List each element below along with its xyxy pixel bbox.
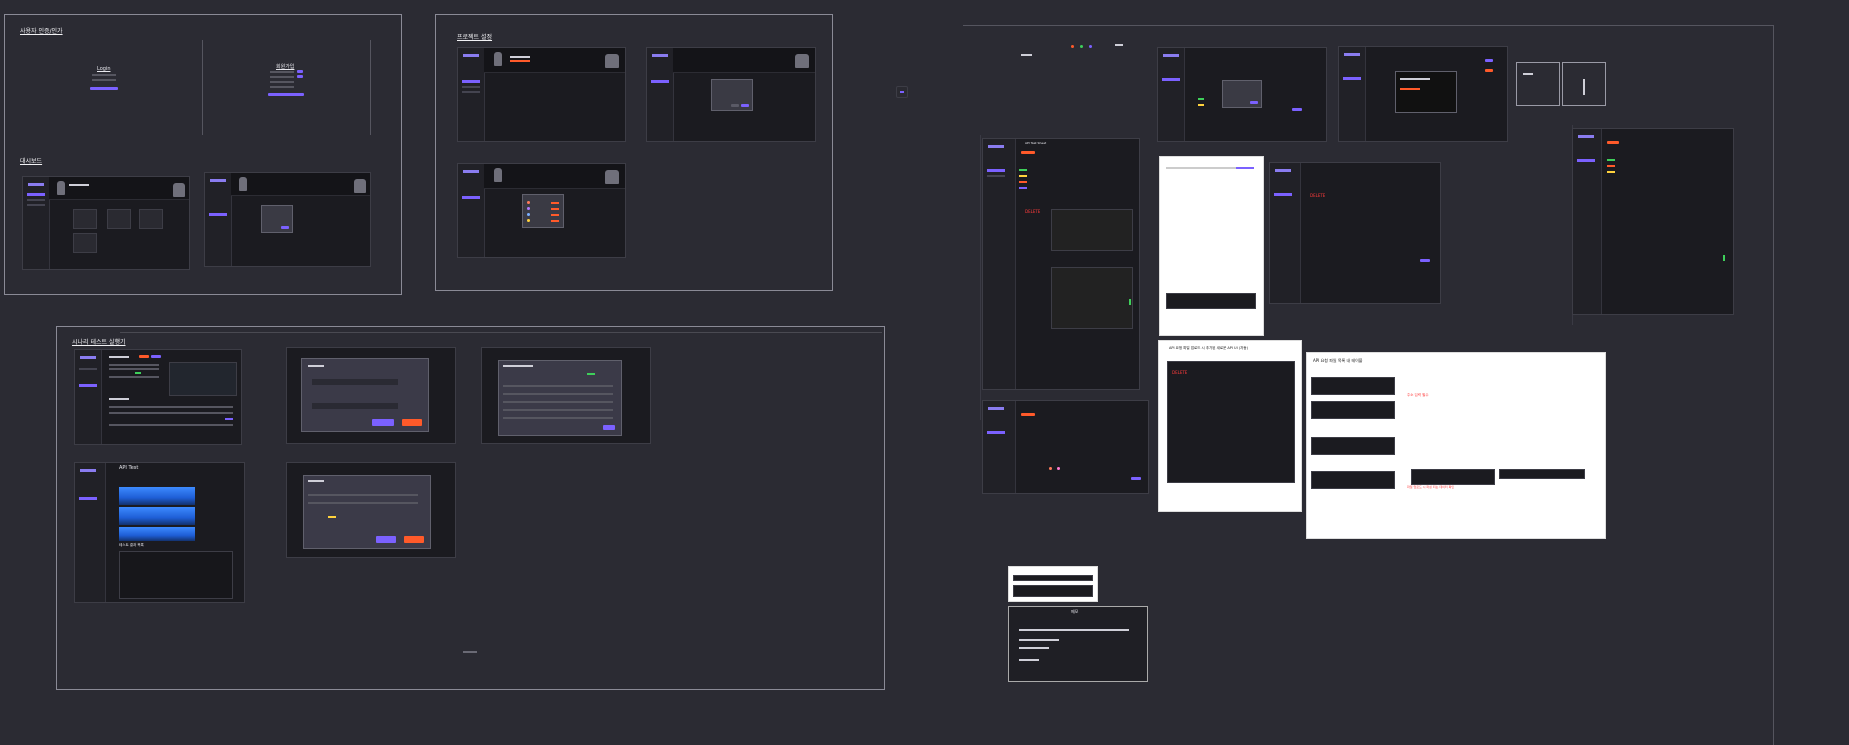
login-title: Login xyxy=(97,66,111,72)
signup-check-button[interactable] xyxy=(297,75,303,78)
members-modal xyxy=(522,194,564,228)
small-panel xyxy=(1516,62,1560,106)
confirm-modal xyxy=(711,79,753,111)
hero-banner xyxy=(231,173,370,196)
api-editor-mini xyxy=(982,400,1149,494)
confirm-button[interactable] xyxy=(741,104,749,107)
canvas-left-rule xyxy=(980,135,981,420)
create-button[interactable] xyxy=(281,226,289,229)
sidebar xyxy=(458,164,485,257)
api-editor-title: API Test Sheet xyxy=(1025,141,1047,145)
result-table xyxy=(119,551,233,599)
memo-title: 메모 xyxy=(1071,609,1079,614)
signup-check-button[interactable] xyxy=(297,70,303,73)
small-panel xyxy=(1562,62,1606,106)
auth-section-title: 사용자 인증/인가 xyxy=(20,28,63,35)
floating-widget[interactable] xyxy=(896,86,908,98)
project-card[interactable] xyxy=(139,209,163,229)
signup-title: 회원가입 xyxy=(276,64,295,70)
signup-field[interactable] xyxy=(270,76,294,78)
test-runner-header-rule xyxy=(120,332,882,333)
dashboard-frame xyxy=(22,176,190,270)
signup-field[interactable] xyxy=(270,71,294,73)
canvas-top-rule xyxy=(963,25,1773,26)
cancel-button[interactable] xyxy=(404,536,424,543)
scroll-indicator xyxy=(463,651,477,653)
api-test-chart-frame: API Test 테스트 결과 목록 xyxy=(74,462,245,603)
api-sheet-detail: DELETE xyxy=(1269,162,1441,304)
edit-scenario-modal xyxy=(303,475,431,549)
create-project-modal xyxy=(261,205,293,233)
red-note-address: 주소 입력 필수 xyxy=(1407,393,1429,397)
project-members-frame xyxy=(457,163,626,258)
red-note-parse: 파일 업로드 시 파싱 되는 데이터 확인 xyxy=(1407,485,1455,489)
sidebar xyxy=(75,463,106,602)
cancel-button[interactable] xyxy=(402,419,422,426)
run-options-frame xyxy=(286,347,456,444)
api-editor-right-frame xyxy=(1572,128,1734,315)
sidebar xyxy=(23,177,50,269)
close-button[interactable] xyxy=(603,425,615,430)
project-card[interactable] xyxy=(73,233,97,253)
memo-small xyxy=(1008,566,1098,602)
signup-field[interactable] xyxy=(270,81,294,83)
canvas-right-rule xyxy=(1773,25,1774,745)
login-pw-field[interactable] xyxy=(92,79,116,81)
sidebar xyxy=(458,48,485,141)
cancel-button[interactable] xyxy=(731,104,739,107)
hero-figure-icon xyxy=(57,181,65,195)
auth-divider xyxy=(202,40,203,135)
project-card[interactable] xyxy=(73,209,97,229)
test-runner-title: 시나리 테스트 실행기 xyxy=(72,339,126,346)
signup-button[interactable] xyxy=(268,93,304,96)
dashboard-title: 대시보드 xyxy=(20,158,43,165)
signup-field[interactable] xyxy=(270,86,294,88)
api-table-title: API 요청 파일 목록 내 테이블 xyxy=(1313,358,1363,363)
project-settings-frame xyxy=(457,47,626,142)
save-button[interactable] xyxy=(376,536,396,543)
editor-preview-frame-2 xyxy=(1338,46,1508,142)
method-label: DELETE xyxy=(1025,209,1041,214)
method-badge[interactable] xyxy=(1021,151,1035,154)
api-table-panel: API 요청 파일 목록 내 테이블 주소 입력 필수 파일 업로드 시 파싱 … xyxy=(1306,352,1606,539)
login-id-field[interactable] xyxy=(92,74,116,76)
hero-banner xyxy=(49,177,189,200)
result-detail-frame xyxy=(481,347,651,444)
response-chart xyxy=(119,507,195,525)
project-settings-title: 프로젝트 설정 xyxy=(457,34,493,41)
result-list-heading: 테스트 결과 목록 xyxy=(119,543,144,547)
api-file-upload-title: API 요청 파일 업로드 시 추가된 새로운 API UI (자동) xyxy=(1169,346,1248,350)
api-editor-frame: API Test Sheet DELETE xyxy=(982,138,1140,390)
scenario-list-frame xyxy=(74,349,242,445)
run-button[interactable] xyxy=(372,419,394,426)
memo-panel: 메모 xyxy=(1008,606,1148,682)
api-sheet-list xyxy=(1159,156,1264,336)
project-delete-frame xyxy=(646,47,816,142)
sidebar xyxy=(205,173,232,266)
sidebar xyxy=(647,48,674,141)
dashboard-modal-frame xyxy=(204,172,371,267)
auth-divider-right xyxy=(370,40,371,135)
editor-preview-frame xyxy=(1157,47,1327,142)
sidebar xyxy=(75,350,102,444)
edit-scenario-frame xyxy=(286,462,456,558)
api-file-upload-panel: API 요청 파일 업로드 시 추가된 새로운 API UI (자동) DELE… xyxy=(1158,340,1302,512)
result-detail-modal xyxy=(498,360,622,436)
project-card[interactable] xyxy=(107,209,131,229)
response-chart xyxy=(119,527,195,541)
hero-figure-icon xyxy=(173,183,185,197)
run-options-modal xyxy=(301,358,429,432)
response-chart xyxy=(119,487,195,505)
login-button[interactable] xyxy=(90,87,118,90)
api-test-heading: API Test xyxy=(119,465,139,471)
